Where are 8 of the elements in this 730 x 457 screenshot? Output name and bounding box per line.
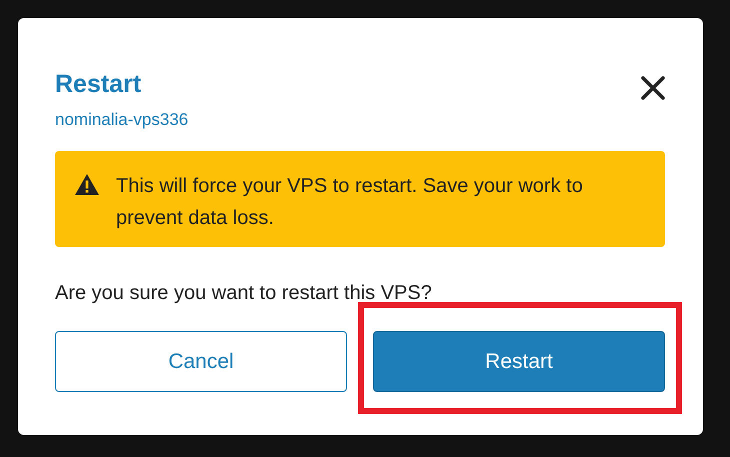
- server-name: nominalia-vps336: [55, 110, 188, 130]
- cancel-button[interactable]: Cancel: [55, 331, 347, 392]
- close-icon[interactable]: [640, 75, 666, 101]
- confirmation-question: Are you sure you want to restart this VPS?: [55, 282, 433, 305]
- dialog-title: Restart: [55, 70, 142, 98]
- warning-icon: [75, 174, 99, 195]
- warning-text: This will force your VPS to restart. Save your work to prevent data loss.: [116, 174, 584, 231]
- restart-button[interactable]: Restart: [373, 331, 665, 392]
